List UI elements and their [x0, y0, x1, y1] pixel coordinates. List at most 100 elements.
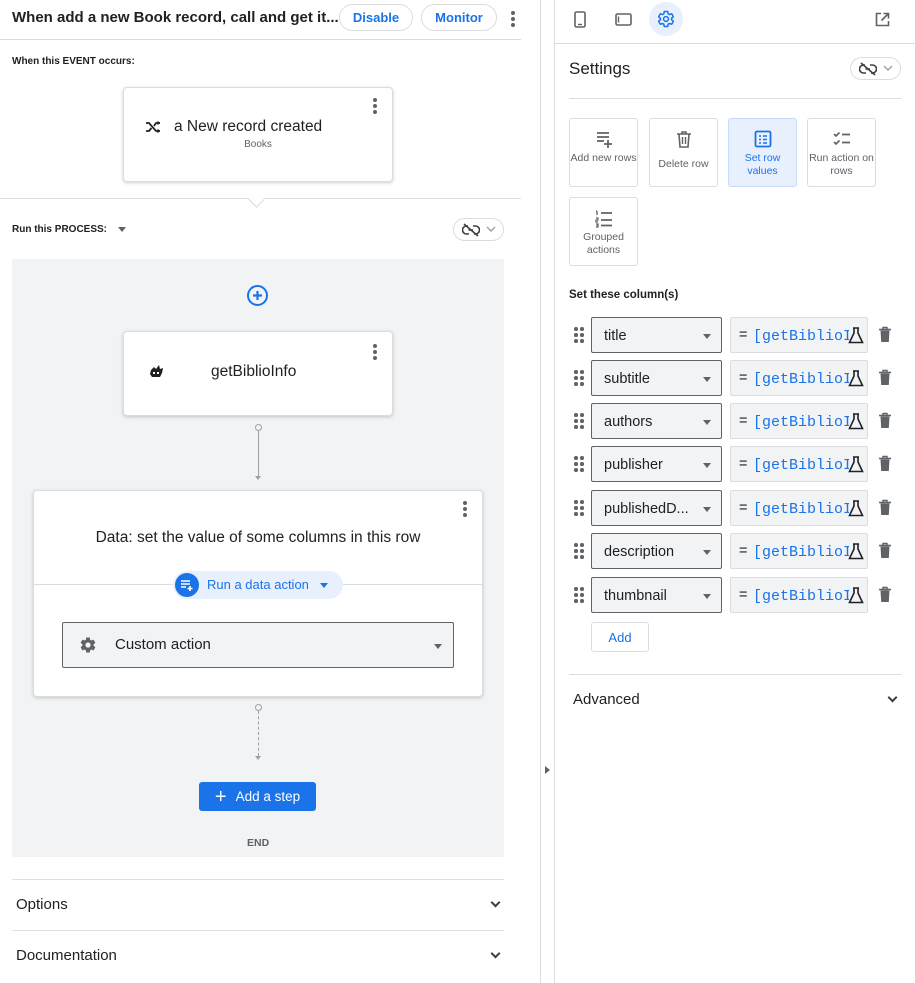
chevron-down-icon: [703, 594, 711, 599]
flask-icon[interactable]: [848, 327, 864, 344]
flask-icon[interactable]: [848, 587, 864, 604]
event-card[interactable]: a New record created Books: [123, 87, 393, 182]
action-type-label: Delete row: [658, 158, 709, 170]
column-expression-field[interactable]: = [getBiblioInfo]: [730, 490, 868, 526]
columns-section-label: Set these column(s): [569, 289, 679, 301]
flask-icon[interactable]: [848, 370, 864, 387]
add-column-button[interactable]: Add: [591, 622, 649, 652]
bp-card-menu-icon[interactable]: [373, 344, 377, 362]
action-type-delete-row[interactable]: Delete row: [649, 118, 718, 187]
column-select[interactable]: thumbnail: [591, 577, 722, 613]
column-expression-field[interactable]: = [getBiblioInfo]: [730, 446, 868, 482]
column-expression-field[interactable]: = [getBiblioInfo]: [730, 317, 868, 353]
equals-sign: =: [739, 456, 748, 472]
automation-editor-panel: When add a new Book record, call and get…: [0, 0, 521, 983]
column-name: title: [604, 328, 627, 344]
open-external-button[interactable]: [865, 2, 899, 36]
disable-button[interactable]: Disable: [339, 4, 413, 31]
panel-splitter[interactable]: [540, 0, 555, 983]
step-card-menu-icon[interactable]: [463, 501, 467, 519]
flask-icon[interactable]: [848, 500, 864, 517]
add-step-plus-icon[interactable]: [247, 285, 268, 306]
add-step-button[interactable]: + Add a step: [199, 782, 316, 811]
add-step-label: Add a step: [235, 789, 301, 804]
delete-column-icon[interactable]: [878, 455, 892, 472]
column-select[interactable]: publisher: [591, 446, 722, 482]
action-type-label: Set row values: [744, 152, 781, 177]
trash-icon: [677, 131, 691, 148]
flask-icon[interactable]: [848, 543, 864, 560]
column-select[interactable]: authors: [591, 403, 722, 439]
tab-settings[interactable]: [649, 2, 683, 36]
drag-handle-icon[interactable]: [574, 327, 584, 343]
action-select[interactable]: Custom action: [62, 622, 454, 668]
gear-icon: [657, 10, 675, 28]
column-select[interactable]: publishedD...: [591, 490, 722, 526]
settings-unlink-toggle[interactable]: [850, 57, 901, 80]
unlink-toggle[interactable]: [453, 218, 504, 241]
delete-column-icon[interactable]: [878, 499, 892, 516]
step-type-dropdown[interactable]: Run a data action: [173, 571, 343, 599]
action-type-run-action-on-rows[interactable]: Run action on rows: [807, 118, 876, 187]
drag-handle-icon[interactable]: [574, 413, 584, 429]
settings-panel: Settings Add new rows Delete row Set row…: [555, 0, 915, 983]
settings-title: Settings: [569, 59, 631, 78]
connector-line: [258, 431, 259, 476]
column-select[interactable]: description: [591, 533, 722, 569]
bot-title[interactable]: When add a new Book record, call and get…: [12, 9, 339, 26]
flask-icon[interactable]: [848, 456, 864, 473]
documentation-expander[interactable]: Documentation: [12, 930, 504, 980]
chevron-down-icon: [703, 334, 711, 339]
column-select[interactable]: title: [591, 317, 722, 353]
event-card-menu-icon[interactable]: [373, 98, 377, 116]
drag-handle-icon[interactable]: [574, 370, 584, 386]
chevron-down-icon: [887, 692, 898, 703]
delete-column-icon[interactable]: [878, 542, 892, 559]
equals-sign: =: [739, 543, 748, 559]
column-expression-field[interactable]: = [getBiblioInfo]: [730, 533, 868, 569]
column-assignment-row: description = [getBiblioInfo]: [569, 533, 909, 569]
equals-sign: =: [739, 327, 748, 343]
advanced-label: Advanced: [573, 691, 640, 708]
action-type-set-row-values[interactable]: Set row values: [728, 118, 797, 187]
checklist-icon: [833, 131, 850, 146]
expression-text: [getBiblioInfo]: [753, 501, 849, 518]
event-title: a New record created: [174, 118, 323, 135]
tab-mobile-preview[interactable]: [563, 2, 597, 36]
options-expander[interactable]: Options: [12, 879, 504, 929]
advanced-expander[interactable]: Advanced: [569, 674, 901, 724]
chevron-right-icon[interactable]: [545, 766, 550, 774]
flask-icon[interactable]: [848, 413, 864, 430]
process-section-label[interactable]: Run this PROCESS:: [12, 224, 126, 235]
column-assignment-row: publisher = [getBiblioInfo]: [569, 446, 909, 482]
delete-column-icon[interactable]: [878, 586, 892, 603]
more-options-icon[interactable]: [511, 11, 515, 29]
equals-sign: =: [739, 370, 748, 386]
chevron-down-icon: [490, 948, 501, 959]
chevron-down-icon: [434, 644, 442, 649]
column-expression-field[interactable]: = [getBiblioInfo]: [730, 360, 868, 396]
drag-handle-icon[interactable]: [574, 587, 584, 603]
drag-handle-icon[interactable]: [574, 500, 584, 516]
column-name: authors: [604, 414, 653, 430]
chevron-down-icon: [117, 226, 126, 232]
bp-title: getBiblioInfo: [211, 363, 297, 380]
monitor-button[interactable]: Monitor: [421, 4, 497, 31]
drag-handle-icon[interactable]: [574, 456, 584, 472]
delete-column-icon[interactable]: [878, 412, 892, 429]
column-assignment-row: subtitle = [getBiblioInfo]: [569, 360, 909, 396]
column-expression-field[interactable]: = [getBiblioInfo]: [730, 577, 868, 613]
column-expression-field[interactable]: = [getBiblioInfo]: [730, 403, 868, 439]
delete-column-icon[interactable]: [878, 369, 892, 386]
action-type-add-new-rows[interactable]: Add new rows: [569, 118, 638, 187]
connector-arrow: [255, 476, 261, 480]
step-card[interactable]: Data: set the value of some columns in t…: [33, 490, 483, 697]
column-select[interactable]: subtitle: [591, 360, 722, 396]
expression-text: [getBiblioInfo]: [753, 328, 849, 345]
bp-call-card[interactable]: getBiblioInfo: [123, 331, 393, 416]
equals-sign: =: [739, 413, 748, 429]
drag-handle-icon[interactable]: [574, 543, 584, 559]
action-type-grouped-actions[interactable]: Grouped actions: [569, 197, 638, 266]
delete-column-icon[interactable]: [878, 326, 892, 343]
tab-tablet-preview[interactable]: [606, 2, 640, 36]
